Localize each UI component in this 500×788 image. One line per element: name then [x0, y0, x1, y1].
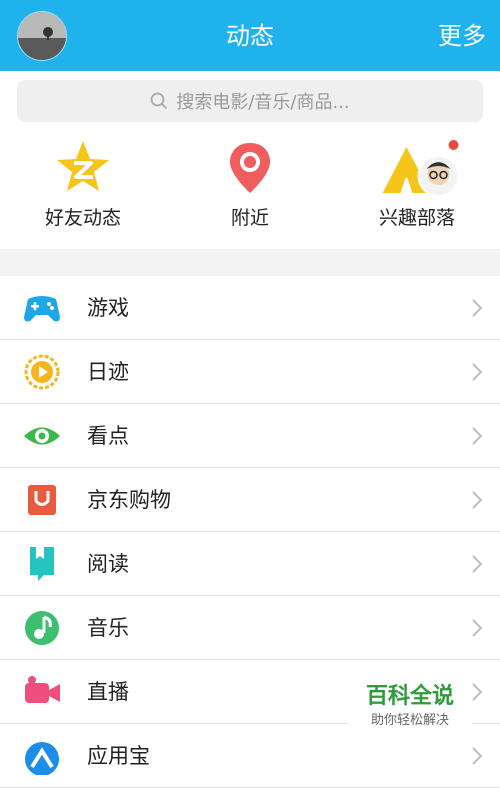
notification-dot — [448, 140, 459, 150]
tent-icon — [382, 140, 460, 197]
location-pin-icon — [230, 143, 270, 193]
list-item-label: 游戏 — [87, 296, 129, 320]
list-item-label: 直播 — [87, 680, 129, 704]
watermark-logo: 百科全说 助你轻松解决 — [348, 679, 472, 739]
video-camera-icon — [25, 676, 60, 703]
gamepad-icon — [24, 296, 60, 322]
list-item-label: 音乐 — [87, 616, 129, 640]
quick-label: 好友动态 — [44, 207, 121, 229]
search-placeholder: 搜索电影/音乐/商品... — [176, 92, 350, 113]
list-item-reading[interactable]: 阅读 — [0, 532, 500, 596]
watermark-subtitle: 助你轻松解决 — [370, 713, 449, 728]
list-item-label: 看点 — [87, 424, 129, 448]
list-item-label: 阅读 — [87, 552, 129, 576]
more-button[interactable]: 更多 — [438, 20, 486, 52]
list-item-label: 日迹 — [87, 360, 129, 384]
list-item-music[interactable]: 音乐 — [0, 596, 500, 660]
chevron-right-icon — [472, 427, 483, 445]
search-input[interactable]: 搜索电影/音乐/商品... — [17, 80, 483, 122]
list-item-label: 应用宝 — [87, 744, 150, 768]
music-note-icon — [25, 611, 59, 645]
chevron-right-icon — [472, 619, 483, 637]
eye-icon — [24, 427, 60, 445]
quick-nearby[interactable]: 附近 — [175, 139, 325, 239]
app-store-icon — [25, 742, 59, 775]
search-icon — [150, 92, 168, 110]
quick-friends-feed[interactable]: 好友动态 — [8, 139, 158, 239]
quick-label: 附近 — [230, 207, 269, 229]
top-bar: 动态 更多 — [0, 0, 500, 71]
top-panel: 搜索电影/音乐/商品... 好友动态 附近 兴趣部落 — [0, 71, 500, 249]
chevron-right-icon — [472, 555, 483, 573]
book-icon — [30, 547, 54, 581]
quick-interest-tribe[interactable]: 兴趣部落 — [342, 139, 492, 239]
list-item-kandian[interactable]: 看点 — [0, 404, 500, 468]
shopping-bag-icon — [28, 485, 56, 515]
page-title: 动态 — [226, 22, 274, 50]
chevron-right-icon — [472, 747, 483, 765]
play-circle-icon — [24, 354, 60, 390]
chevron-right-icon — [472, 299, 483, 317]
watermark-title: 百科全说 — [365, 684, 454, 709]
qzone-star-icon — [57, 141, 109, 191]
chevron-right-icon — [472, 363, 483, 381]
chevron-right-icon — [472, 683, 483, 701]
list-item-jd-shopping[interactable]: 京东购物 — [0, 468, 500, 532]
list-item-game[interactable]: 游戏 — [0, 276, 500, 340]
list-item-daily-trace[interactable]: 日迹 — [0, 340, 500, 404]
quick-label: 兴趣部落 — [378, 207, 455, 229]
chevron-right-icon — [472, 491, 483, 509]
list-item-label: 京东购物 — [87, 488, 171, 512]
